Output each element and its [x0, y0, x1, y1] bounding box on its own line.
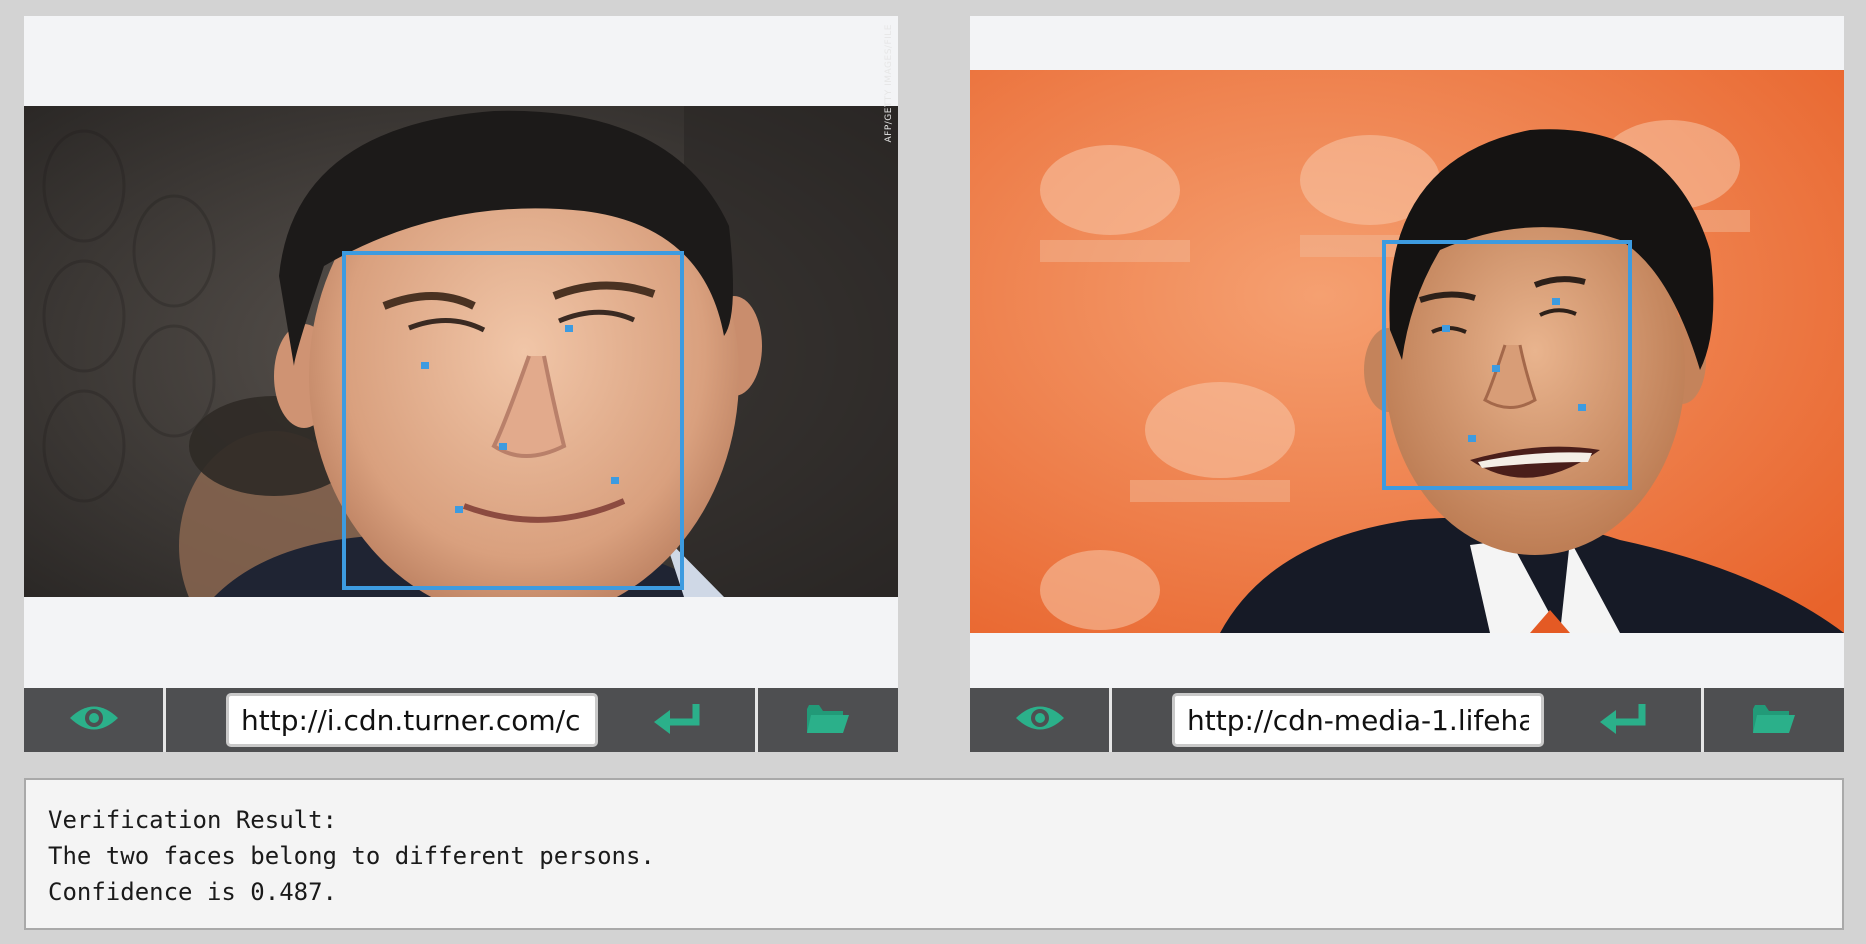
landmark-mouth-left: [1578, 404, 1586, 411]
result-verdict: The two faces belong to different person…: [48, 842, 655, 870]
folder-open-icon: [1751, 701, 1797, 739]
photo-credit: AFP/GETTY IMAGES/FILE: [884, 24, 894, 143]
submit-url-button[interactable]: [598, 688, 755, 752]
right-image-area: [970, 16, 1844, 688]
landmark-left-eye: [565, 325, 573, 332]
result-heading: Verification Result:: [48, 806, 337, 834]
url-bar: [1112, 688, 1704, 752]
view-button[interactable]: [970, 688, 1112, 752]
verification-result-box: Verification Result: The two faces belon…: [24, 778, 1844, 930]
right-face-panel: [970, 16, 1844, 752]
landmark-nose: [1492, 365, 1500, 372]
landmark-nose: [499, 443, 507, 450]
folder-open-icon: [805, 701, 851, 739]
url-bar: [166, 688, 758, 752]
image-url-input[interactable]: [226, 693, 598, 747]
landmark-mouth-right: [1468, 435, 1476, 442]
submit-url-button[interactable]: [1544, 688, 1701, 752]
landmark-right-eye: [421, 362, 429, 369]
landmark-mouth-left: [611, 477, 619, 484]
view-button[interactable]: [24, 688, 166, 752]
right-toolbar: [970, 688, 1844, 752]
face-bounding-box: [342, 251, 684, 590]
landmark-left-eye: [1552, 298, 1560, 305]
image-url-input[interactable]: [1172, 693, 1544, 747]
landmark-right-eye: [1442, 325, 1450, 332]
left-image-area: AFP/GETTY IMAGES/FILE: [24, 16, 898, 688]
eye-icon: [68, 701, 120, 739]
enter-arrow-icon: [652, 702, 702, 738]
landmark-mouth-right: [455, 506, 463, 513]
enter-arrow-icon: [1598, 702, 1648, 738]
left-face-panel: AFP/GETTY IMAGES/FILE: [24, 16, 898, 752]
face-bounding-box: [1382, 240, 1632, 490]
open-file-button[interactable]: [1704, 688, 1844, 752]
left-toolbar: [24, 688, 898, 752]
open-file-button[interactable]: [758, 688, 898, 752]
eye-icon: [1014, 701, 1066, 739]
result-confidence: Confidence is 0.487.: [48, 878, 337, 906]
